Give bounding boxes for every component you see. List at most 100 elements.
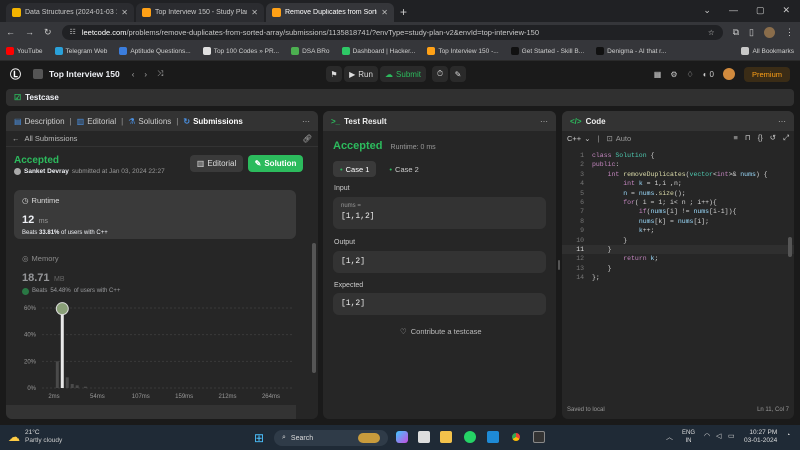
user-avatar[interactable] xyxy=(722,68,735,80)
sidebar-icon[interactable]: ▯ xyxy=(749,27,754,38)
forward-arrow-icon[interactable]: → xyxy=(25,27,34,37)
output-value[interactable]: [1,2] xyxy=(341,257,365,266)
code-line[interactable]: 8 nums[k] = nums[i]; xyxy=(562,217,794,226)
browser-tab[interactable]: Top Interview 150 - Study Plan - ✕ xyxy=(136,3,264,22)
chart-bar[interactable] xyxy=(83,386,87,388)
tab-editorial[interactable]: ▥ Editorial xyxy=(77,117,116,126)
bookmark-item[interactable]: Get Started - Skill B... xyxy=(510,47,584,55)
bookmark-item[interactable]: Dashboard | Hacker... xyxy=(341,47,415,55)
test-result-title[interactable]: Test Result xyxy=(344,117,387,126)
next-problem-icon[interactable]: › xyxy=(144,70,147,79)
reset-icon[interactable]: ↺ xyxy=(770,133,776,143)
url-field[interactable]: ☷ leetcode.com/problems/remove-duplicate… xyxy=(61,24,723,40)
chart-bar[interactable] xyxy=(75,385,79,388)
left-scrollbar[interactable] xyxy=(312,243,316,373)
solution-button[interactable]: ✎ Solution xyxy=(248,155,303,172)
code-line[interactable]: 9 k++; xyxy=(562,226,794,235)
panel-resize-handle[interactable] xyxy=(558,260,560,270)
settings-gear-icon[interactable]: ⚙ xyxy=(670,70,677,79)
new-tab-button[interactable]: + xyxy=(400,5,407,19)
all-submissions-link[interactable]: All Submissions xyxy=(25,134,78,143)
memory-card[interactable]: ◎ Memory 18.71 MB Beats 54.48% of users w… xyxy=(14,248,296,296)
editorial-button[interactable]: ▥ Editorial xyxy=(190,155,243,172)
notifications-bell-icon[interactable]: ♢ xyxy=(687,70,694,79)
input-value[interactable]: [1,1,2] xyxy=(341,212,538,221)
browser-tab[interactable]: Remove Duplicates from Sorted A ✕ xyxy=(266,3,394,22)
case-2-tab[interactable]: • Case 2 xyxy=(382,161,425,177)
clock[interactable]: 10:27 PM 03-01-2024 xyxy=(744,429,777,445)
middle-panel-more-icon[interactable]: ⋯ xyxy=(540,117,548,126)
code-line[interactable]: 3 int removeDuplicates(vector<int>& nums… xyxy=(562,170,794,179)
bookmark-item[interactable]: Denigma - AI that r... xyxy=(596,47,666,55)
bookmark-item[interactable]: Top 100 Codes » PR... xyxy=(202,47,279,55)
bookmark-item[interactable]: Telegram Web xyxy=(54,47,107,55)
back-to-submissions-icon[interactable]: ← xyxy=(12,134,20,143)
problem-list-icon[interactable] xyxy=(33,69,43,79)
volume-icon[interactable]: ◁ xyxy=(716,432,721,440)
chart-bar[interactable] xyxy=(65,377,69,388)
braces-icon[interactable]: {} xyxy=(758,133,763,143)
back-arrow-icon[interactable]: ← xyxy=(6,27,15,37)
menu-icon[interactable]: ⋮ xyxy=(785,27,794,38)
bookmark-item[interactable]: DSA BRo xyxy=(291,47,330,55)
close-tab-icon[interactable]: ✕ xyxy=(251,8,258,17)
share-link-icon[interactable]: 🔗︎ xyxy=(302,134,312,143)
whatsapp-icon[interactable] xyxy=(464,431,476,443)
timer-icon[interactable]: ⏱ xyxy=(432,66,448,82)
code-line[interactable]: 5 n = nums.size(); xyxy=(562,189,794,198)
layout-icon[interactable]: ▦ xyxy=(654,70,662,79)
contribute-testcase-link[interactable]: ♡ Contribute a testcase xyxy=(400,327,482,336)
tab-search-icon[interactable]: ⌄ xyxy=(703,5,711,16)
left-panel-more-icon[interactable]: ⋯ xyxy=(302,117,310,126)
editor-scrollbar[interactable] xyxy=(788,237,792,257)
battery-icon[interactable]: ▭ xyxy=(728,432,735,440)
chart-bar[interactable] xyxy=(60,314,64,388)
windows-start-icon[interactable]: ⊞ xyxy=(254,431,264,445)
chart-bar[interactable] xyxy=(55,361,59,388)
code-line[interactable]: 7 if(nums[i] != nums[i-1]){ xyxy=(562,207,794,216)
format-icon[interactable]: ≡ xyxy=(733,133,737,143)
file-explorer-icon[interactable] xyxy=(440,431,452,443)
runtime-card[interactable]: ◷ Runtime 12 ms Beats 33.81% of users wit… xyxy=(14,190,296,239)
profile-avatar[interactable] xyxy=(764,26,775,38)
tab-submissions[interactable]: ↻ Submissions xyxy=(183,117,243,126)
language-select[interactable]: C++ ⌄ xyxy=(567,134,590,143)
submitter-name[interactable]: Sanket Devray xyxy=(24,168,69,175)
runtime-distribution-chart[interactable]: 60% 40% 20% 0% 2ms 54ms 107ms 159ms 212ms 264ms xyxy=(12,296,304,408)
taskview-icon[interactable] xyxy=(418,431,430,443)
code-line[interactable]: 6 for( i = 1; i< n ; i++){ xyxy=(562,198,794,207)
premium-button[interactable]: Premium xyxy=(743,66,790,82)
browser-tab[interactable]: Data Structures (2024-01-03 16:1 ✕ xyxy=(6,3,134,22)
code-line[interactable]: 10 } xyxy=(562,236,794,245)
weather-widget[interactable]: ☁ 21°C Partly cloudy xyxy=(8,429,62,445)
tab-description[interactable]: ▤ Description xyxy=(14,117,65,126)
close-window-button[interactable]: ✕ xyxy=(782,5,790,16)
expected-value[interactable]: [1,2] xyxy=(341,299,365,308)
bookmark-star-icon[interactable]: ☆ xyxy=(708,28,715,37)
copilot-icon[interactable] xyxy=(396,431,408,443)
maximize-button[interactable]: ▢ xyxy=(756,5,765,16)
terminal-app-icon[interactable] xyxy=(533,431,545,443)
code-line[interactable]: 13 } xyxy=(562,264,794,273)
auto-mode-toggle[interactable]: ⊡ Auto xyxy=(606,134,631,143)
streak-fire-icon[interactable]: ◐ 0 xyxy=(703,70,714,79)
code-line[interactable]: 12 return k; xyxy=(562,254,794,263)
bookmark-icon[interactable]: ⊓ xyxy=(745,133,751,143)
extensions-icon[interactable]: ⧉ xyxy=(733,27,739,38)
tray-chevron-icon[interactable]: ︿ xyxy=(666,432,673,442)
code-title[interactable]: Code xyxy=(586,117,606,126)
run-button[interactable]: ▶ Run xyxy=(344,66,378,82)
language-indicator[interactable]: ENG IN xyxy=(682,429,695,445)
close-tab-icon[interactable]: ✕ xyxy=(381,8,388,17)
notification-icon[interactable]: ◔ xyxy=(786,432,790,439)
all-bookmarks[interactable]: All Bookmarks xyxy=(741,47,794,55)
testcase-label[interactable]: Testcase xyxy=(25,93,59,102)
code-line[interactable]: 1 class Solution { xyxy=(562,151,794,160)
code-line[interactable]: 14}; xyxy=(562,273,794,282)
vscode-icon[interactable] xyxy=(487,431,499,443)
submit-button[interactable]: ☁ Submit xyxy=(380,66,426,82)
chart-bar[interactable] xyxy=(70,384,74,388)
code-line[interactable]: 11 } xyxy=(562,245,794,255)
debug-button[interactable]: ⚑ xyxy=(326,66,342,82)
close-tab-icon[interactable]: ✕ xyxy=(121,8,128,17)
